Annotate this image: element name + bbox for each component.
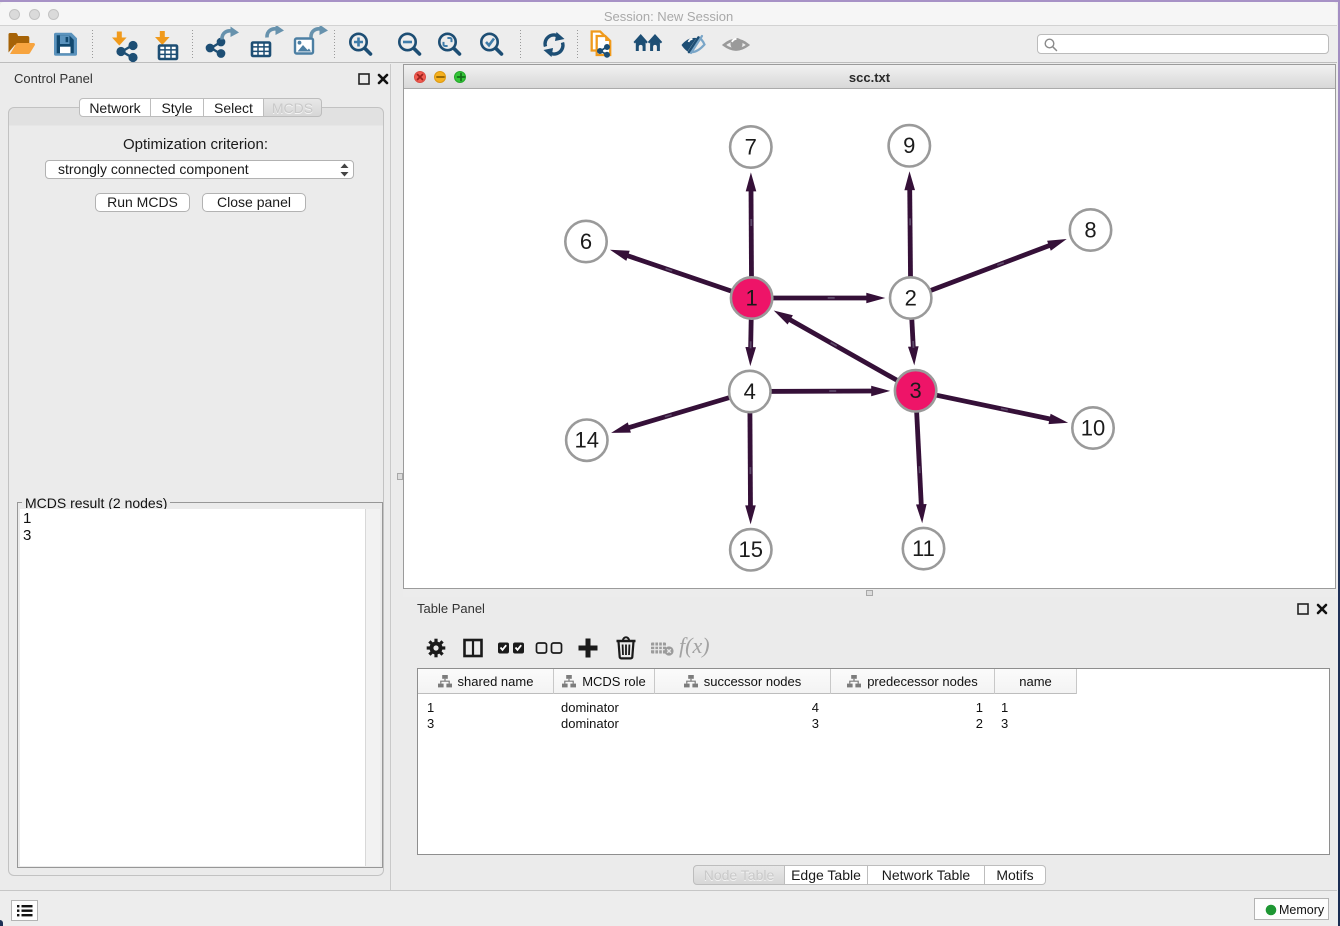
svg-text:7: 7 xyxy=(745,134,757,159)
svg-text:10: 10 xyxy=(1081,415,1105,440)
svg-text:3: 3 xyxy=(909,378,921,403)
svg-text:1: 1 xyxy=(745,285,757,310)
svg-text:15: 15 xyxy=(739,537,763,562)
svg-text:14: 14 xyxy=(575,428,599,453)
svg-text:2: 2 xyxy=(905,285,917,310)
svg-text:4: 4 xyxy=(744,379,756,404)
svg-text:6: 6 xyxy=(580,229,592,254)
svg-text:9: 9 xyxy=(903,133,915,158)
svg-text:11: 11 xyxy=(912,536,935,561)
svg-text:8: 8 xyxy=(1084,217,1096,242)
